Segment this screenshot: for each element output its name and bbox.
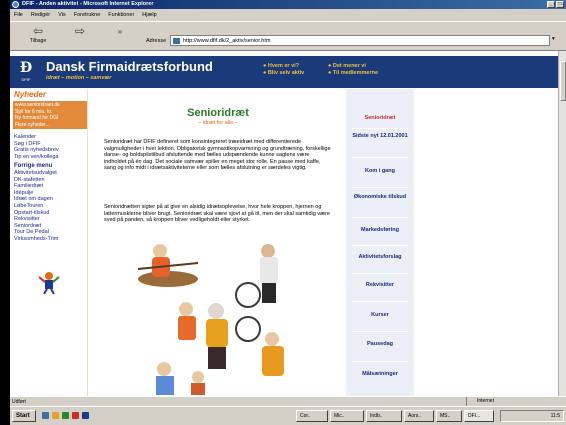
page-icon [173, 38, 180, 44]
minimize-button[interactable]: _ [547, 1, 555, 8]
menu-tools[interactable]: Funktioner [108, 10, 134, 20]
menu-link[interactable]: Idépulje [14, 190, 58, 197]
header-links-2: ● Det mener vi ● Til medlemmerne [328, 63, 378, 77]
link-kalender[interactable]: Kalender [14, 134, 59, 141]
rnav-kurser[interactable]: Kurser [346, 312, 414, 319]
title-bar: DFIF - Anden aktivitet - Microsoft Inter… [10, 0, 566, 9]
dfif-logo[interactable]: Ð DFIF [16, 59, 36, 85]
folder-quicklaunch-icon[interactable] [52, 412, 59, 419]
forward-arrow-icon: ⇨ [74, 24, 86, 38]
address-url: http://www.dfif.dk/2_aktiv/senior.htm [183, 38, 271, 44]
right-nav: Senioridræt Sidste nyt 12.01.2001 Kom i … [346, 89, 414, 396]
browser-window: DFIF - Anden aktivitet - Microsoft Inter… [10, 0, 566, 425]
stop-button[interactable]: » [110, 25, 130, 38]
site-brand: Dansk Firmaidrætsforbund [46, 59, 213, 74]
window-title: DFIF - Anden aktivitet - Microsoft Inter… [22, 1, 154, 7]
header-link-medlemmer[interactable]: ● Til medlemmerne [328, 70, 378, 77]
page-title: Senioridræt [187, 107, 249, 119]
site-tagline: idræt – motion – samvær [46, 75, 112, 81]
page-subtitle: – idræt for alle – [198, 120, 238, 126]
scroll-thumb[interactable] [560, 61, 566, 101]
previous-menu-list: Aktivitetsudvalget DK-stafetten Familied… [14, 170, 58, 243]
forward-button[interactable]: ⇨ [70, 25, 90, 38]
rnav-rekvisitter[interactable]: Rekvisitter [346, 282, 414, 289]
main-content: Senioridræt – idræt for alle – Senioridr… [98, 89, 338, 396]
address-label: Adresse [146, 38, 167, 44]
site-header: Ð DFIF Dansk Firmaidrætsforbund idræt – … [10, 56, 558, 88]
menu-link[interactable]: Idræt om dagen [14, 196, 58, 203]
rnav-pausedag[interactable]: Pausedag [346, 341, 414, 348]
utility-links: Kalender Søg i DFIF Gratis nyhedsbrev Ti… [14, 134, 59, 160]
maximize-button[interactable]: □ [556, 1, 564, 8]
menu-link[interactable]: Seniordræt [14, 223, 58, 230]
zone-indicator: Internet [466, 397, 564, 406]
taskbar: Start Cor.. Mic.. Indb.. Aors.. MS.. DFI… [10, 406, 566, 425]
vertical-scrollbar[interactable] [558, 51, 566, 396]
header-links-1: ● Hvem er vi? ● Bliv selv aktiv [263, 63, 304, 77]
menu-link[interactable]: Aktivitetsudvalget [14, 170, 58, 177]
menu-link[interactable]: Tour De Pedal [14, 229, 58, 236]
link-tip-friend[interactable]: Tip en ven/kollega [14, 154, 59, 161]
menu-file[interactable]: Fiłe [14, 10, 23, 20]
app-quicklaunch-icon[interactable] [72, 412, 79, 419]
news-heading: Nyheder [14, 90, 47, 99]
menu-bar: Fiłe Redigér Vis Foretrukne Funktioner H… [10, 10, 566, 20]
ie-quicklaunch-icon[interactable] [42, 412, 49, 419]
menu-link[interactable]: LøbeTouren [14, 203, 58, 210]
rnav-kom-i-gang[interactable]: Kom i gang [346, 168, 414, 175]
seniors-photo [137, 244, 284, 395]
menu-favorites[interactable]: Foretrukne [74, 10, 101, 20]
header-link-aktiv[interactable]: ● Bliv selv aktiv [263, 70, 304, 77]
toolbar: ⇦ Tilbage ⇨ » Adresse http://www.dfif.dk… [10, 21, 566, 51]
taskbar-task[interactable]: Cor.. [296, 410, 328, 422]
app-quicklaunch-icon[interactable] [62, 412, 69, 419]
rnav-aktivitetsforslag[interactable]: Aktivitetsforslag [346, 254, 414, 261]
left-sidebar: Nyheder www.senioridraet.dk Spil for 6 m… [10, 89, 88, 396]
header-link-hvem[interactable]: ● Hvem er vi? [263, 63, 304, 70]
menu-link[interactable]: DK-stafetten [14, 177, 58, 184]
app-quicklaunch-icon[interactable] [82, 412, 89, 419]
address-input[interactable]: http://www.dfif.dk/2_aktiv/senior.htm [170, 35, 550, 46]
start-button[interactable]: Start [12, 410, 36, 422]
back-arrow-icon: ⇦ [32, 24, 44, 38]
menu-link[interactable]: Rekvisitter [14, 216, 58, 223]
rnav-markedsforing[interactable]: Markedsføring [346, 227, 414, 234]
second-paragraph: Senioridrætten sigter på at give en alsi… [104, 204, 330, 224]
menu-edit[interactable]: Redigér [31, 10, 50, 20]
menu-help[interactable]: Hjælp [142, 10, 156, 20]
system-tray: 11:5 [500, 410, 564, 422]
taskbar-task[interactable]: Aors.. [404, 410, 434, 422]
taskbar-task-active[interactable]: DFI... [464, 410, 494, 422]
web-page: Ð DFIF Dansk Firmaidrætsforbund idræt – … [10, 51, 558, 396]
ie-icon [12, 1, 19, 8]
menu-view[interactable]: Vis [58, 10, 66, 20]
previous-menu-heading: Forrige menu [14, 163, 53, 169]
mascot-icon [38, 272, 60, 295]
more-chevron-icon: » [117, 27, 123, 36]
news-box: www.senioridraet.dk Spil for 6 mia. kr. … [13, 101, 87, 129]
news-link[interactable]: Flere nyheder... [15, 122, 85, 129]
link-newsletter[interactable]: Gratis nyhedsbrev [14, 147, 59, 154]
clock: 11:5 [550, 413, 560, 419]
status-bar: Udført Internet [10, 396, 566, 406]
logo-mark-icon: Ð [19, 60, 33, 76]
back-button[interactable]: ⇦ Tilbage [24, 24, 52, 45]
rnav-tilskud[interactable]: Økonomiske tilskud [346, 194, 414, 201]
taskbar-task[interactable]: Indb.. [366, 410, 402, 422]
menu-link[interactable]: Familiedræt [14, 183, 58, 190]
rnav-malsaetninger[interactable]: Målsætninger [346, 371, 414, 378]
menu-link[interactable]: Virksomheds-Trim [14, 236, 58, 243]
rnav-senioridraet[interactable]: Senioridræt [346, 115, 414, 122]
taskbar-task[interactable]: MS.. [436, 410, 462, 422]
header-link-mener[interactable]: ● Det mener vi [328, 63, 378, 70]
go-button[interactable]: ▾ [552, 36, 555, 42]
link-search[interactable]: Søg i DFIF [14, 141, 59, 148]
taskbar-task[interactable]: Mic.. [330, 410, 364, 422]
intro-paragraph: Senioridræt har DFIF defineret som konsi… [104, 139, 331, 172]
rnav-sidste-nyt[interactable]: Sidste nyt 12.01.2001 [346, 133, 414, 140]
menu-link[interactable]: Opstart-tilskud [14, 210, 58, 217]
